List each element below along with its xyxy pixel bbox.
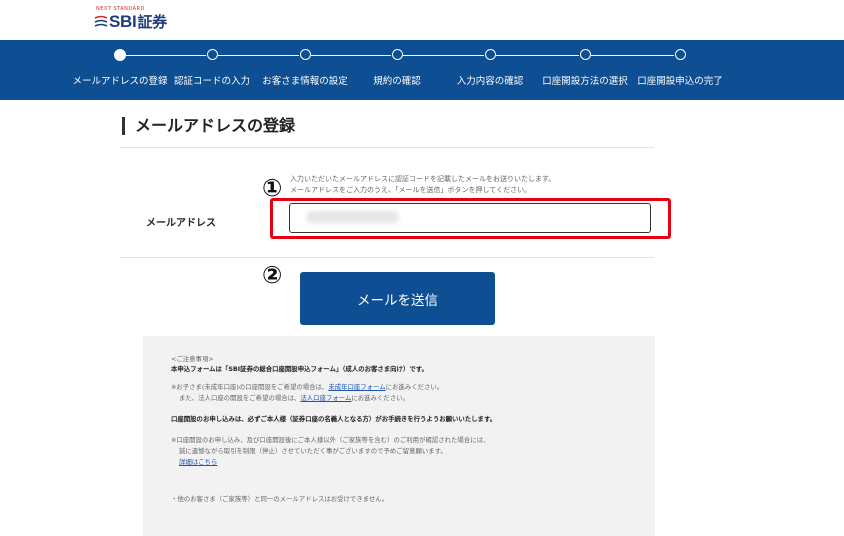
step-dot-current: [114, 48, 126, 61]
stepper-connector: [126, 55, 206, 56]
details-link[interactable]: 詳細はこちら: [179, 458, 217, 467]
page-title: メールアドレスの登録: [122, 117, 295, 135]
step-dot: [206, 49, 218, 60]
annotation-marker-2: ②: [262, 261, 283, 289]
stepper-connector: [403, 55, 484, 56]
email-label: メールアドレス: [146, 218, 216, 229]
sbi-logo[interactable]: NEXT STANDARD SBI証券: [94, 6, 174, 34]
step-label: 口座開設方法の選択: [542, 76, 628, 87]
step-dot: [674, 49, 686, 60]
step-label: 認証コードの入力: [173, 76, 251, 87]
step-dot: [579, 49, 591, 60]
progress-stepper: メールアドレスの登録 認証コードの入力 お客さま情報の設定 規約の確認 入力内容の確認 口…: [0, 40, 844, 100]
notice-corporate: また、法人口座の開設をご希望の場合は、法人口座フォームにお進みください。: [179, 394, 409, 402]
notice-panel: <ご注意事項> 本申込フォームは「SBI証券の総合口座開設申込フォーム」（成人の…: [143, 336, 655, 536]
step-dot: [484, 49, 496, 60]
notice-heading: <ご注意事項>: [171, 355, 214, 363]
logo-name: SBI証券: [109, 12, 167, 31]
send-email-button[interactable]: メールを送信: [300, 272, 495, 325]
notice-form-type: 本申込フォームは「SBI証券の総合口座開設申込フォーム」（成人のお客さま向け）で…: [171, 365, 428, 373]
annotation-marker-1: ①: [262, 174, 283, 202]
stepper-connector: [496, 55, 579, 56]
step-dot: [391, 49, 403, 60]
notice-warning-line1: ※口座開設のお申し込み、及び口座開設後にご本人様以外（ご家族等を含む）のご利用が…: [171, 436, 490, 444]
divider: [120, 147, 654, 148]
notice-minor: ※お子さま(未成年口座)の口座開設をご希望の場合は、未成年口座フォームにお進みく…: [171, 383, 444, 391]
sbi-logo-mark-icon: [94, 15, 108, 27]
corporate-account-form-link[interactable]: 法人口座フォーム: [300, 394, 351, 402]
step-dot: [299, 49, 311, 60]
step-label: 口座開設申込の完了: [637, 76, 723, 87]
notice-bullet-email: ・他のお客さま（ご家族等）と同一のメールアドレスはお受けできません。: [171, 495, 389, 503]
step-label: 入力内容の確認: [456, 76, 524, 87]
notice-warning-line2: 誠に遺憾ながら取引を制限（停止）させていただく事がございますので予めご留意願いま…: [179, 447, 447, 455]
redacted-email-value: [306, 211, 399, 223]
stepper-connector: [591, 55, 674, 56]
step-label: メールアドレスの登録: [72, 76, 168, 87]
notice-self-application: 口座開設のお申し込みは、必ずご本人様（証券口座の名義人となる方）がお手続きを行う…: [171, 415, 497, 423]
minor-account-form-link[interactable]: 未成年口座フォーム: [328, 383, 385, 391]
stepper-connector: [218, 55, 299, 56]
stepper-connector: [311, 55, 391, 56]
divider: [120, 257, 654, 258]
site-header: NEXT STANDARD SBI証券: [0, 0, 844, 40]
step-label: 規約の確認: [373, 76, 421, 87]
step-label: お客さま情報の設定: [262, 76, 348, 87]
form-instructions: 入力いただいたメールアドレスに認証コードを記載したメールをお送りいたします。 メ…: [290, 175, 556, 194]
